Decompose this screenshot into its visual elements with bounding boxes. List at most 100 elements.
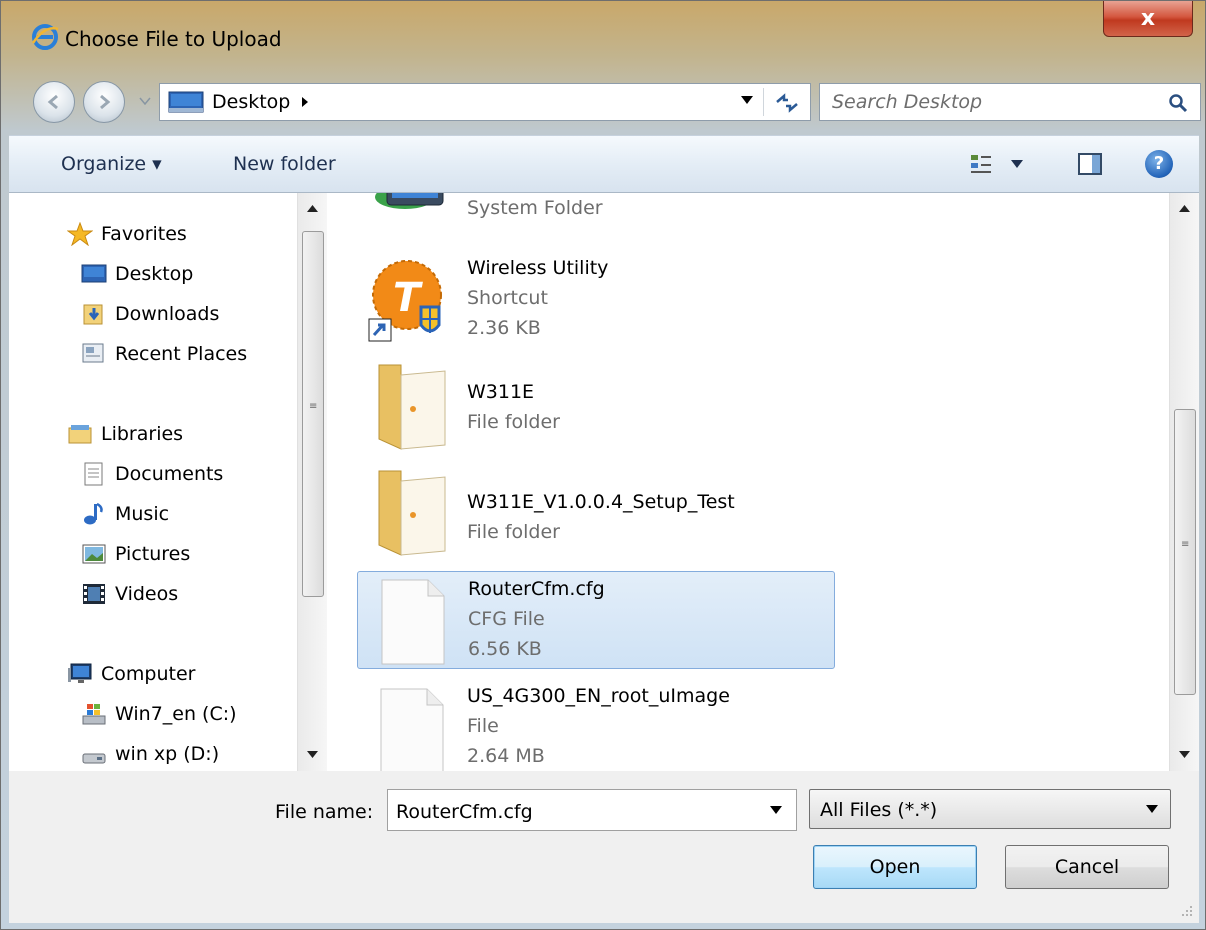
file-name-value[interactable]: RouterCfm.cfg (396, 801, 533, 823)
nav-computer[interactable]: Computer (67, 659, 195, 689)
forward-button[interactable] (83, 81, 125, 123)
back-button[interactable] (33, 81, 75, 123)
nav-drive-d[interactable]: win xp (D:) (81, 739, 219, 769)
svg-text:T: T (393, 275, 423, 321)
windows-drive-icon (82, 704, 106, 725)
nav-libraries-label: Libraries (101, 423, 184, 445)
forward-arrow-icon (100, 94, 111, 110)
nav-drive-c[interactable]: Win7_en (C:) (81, 699, 237, 729)
nav-documents-label: Documents (115, 463, 224, 485)
search-placeholder[interactable]: Search Desktop (832, 91, 982, 113)
cancel-button[interactable]: Cancel (1005, 845, 1169, 889)
nav-pictures-label: Pictures (115, 543, 191, 565)
back-arrow-icon (47, 94, 58, 110)
file-icon (381, 579, 445, 665)
file-item-selected[interactable]: RouterCfm.cfg CFG File 6.56 KB (357, 571, 835, 669)
nav-desktop[interactable]: Desktop (81, 259, 193, 289)
nav-desktop-label: Desktop (115, 263, 194, 285)
change-view-icon[interactable] (969, 152, 993, 176)
nav-downloads-label: Downloads (115, 303, 220, 325)
file-type-dropdown-icon[interactable] (1146, 805, 1158, 813)
monitor-icon (375, 193, 444, 209)
scroll-down-icon[interactable] (1179, 751, 1190, 758)
file-size: 2.36 KB (467, 317, 541, 339)
file-list: System Folder T Wireless Utility Shortcu… (327, 193, 1199, 771)
recent-locations-dropdown-icon[interactable] (139, 97, 151, 105)
dialog-window: Choose File to Upload x Desktop Search D… (0, 0, 1206, 930)
search-box[interactable]: Search Desktop (819, 83, 1201, 121)
file-name-label: File name: (275, 801, 374, 823)
address-bar[interactable]: Desktop (159, 83, 811, 121)
file-item[interactable]: System Folder (357, 193, 835, 221)
view-options-dropdown-icon[interactable] (1011, 160, 1023, 168)
navigation-scroll-thumb[interactable]: ≡ (302, 231, 324, 597)
shortcut-app-icon: T (368, 260, 442, 342)
organize-menu-button[interactable]: Organize ▾ (61, 153, 162, 175)
nav-libraries[interactable]: Libraries (67, 419, 183, 449)
nav-downloads[interactable]: Downloads (81, 299, 219, 329)
address-divider (763, 88, 764, 116)
file-name-input[interactable]: RouterCfm.cfg (387, 789, 797, 831)
close-button[interactable]: x (1103, 1, 1193, 37)
new-folder-button[interactable]: New folder (233, 153, 336, 175)
scroll-grip-icon: ≡ (309, 401, 317, 412)
search-icon[interactable] (1168, 93, 1188, 113)
preview-pane-icon[interactable] (1077, 152, 1103, 176)
scroll-down-icon[interactable] (307, 751, 318, 758)
file-list-scroll-thumb[interactable]: ≡ (1174, 409, 1196, 695)
nav-videos[interactable]: Videos (81, 579, 178, 609)
file-item[interactable]: W311E_V1.0.0.4_Setup_Test File folder (357, 465, 835, 563)
nav-videos-label: Videos (115, 583, 179, 605)
nav-music[interactable]: Music (81, 499, 169, 529)
file-type: CFG File (468, 608, 545, 630)
documents-icon (84, 462, 103, 486)
file-name-dropdown-icon[interactable] (770, 806, 782, 814)
file-name: RouterCfm.cfg (468, 578, 605, 600)
nav-documents[interactable]: Documents (81, 459, 223, 489)
videos-icon (83, 584, 105, 604)
refresh-icon[interactable] (774, 92, 800, 114)
file-icon (380, 688, 444, 771)
nav-drive-d-label: win xp (D:) (115, 743, 220, 765)
navigation-scrollbar[interactable]: ≡ (297, 193, 327, 771)
help-icon[interactable]: ? (1145, 150, 1173, 178)
file-type-select[interactable]: All Files (*.*) (809, 789, 1171, 829)
file-name: US_4G300_EN_root_uImage (467, 685, 730, 707)
nav-pictures[interactable]: Pictures (81, 539, 190, 569)
desktop-icon (168, 91, 204, 113)
computer-icon (68, 663, 92, 683)
file-item[interactable]: W311E File folder (357, 359, 835, 457)
breadcrumb-arrow-icon[interactable] (300, 96, 310, 108)
libraries-icon (68, 425, 92, 444)
star-icon (67, 222, 93, 246)
scroll-grip-icon: ≡ (1181, 539, 1189, 550)
scroll-up-icon[interactable] (1179, 205, 1190, 212)
file-list-scrollbar[interactable]: ≡ (1169, 193, 1199, 771)
file-type: File (467, 715, 499, 737)
nav-drive-c-label: Win7_en (C:) (115, 703, 237, 725)
music-icon (84, 502, 103, 525)
nav-favorites[interactable]: Favorites (67, 219, 187, 249)
internet-explorer-icon (31, 24, 59, 50)
nav-computer-label: Computer (101, 663, 196, 685)
downloads-folder-icon (83, 304, 103, 325)
nav-recent-places[interactable]: Recent Places (81, 339, 247, 369)
file-type: Shortcut (467, 287, 548, 309)
hard-drive-icon (82, 753, 106, 764)
file-name: W311E_V1.0.0.4_Setup_Test (467, 491, 735, 513)
file-size: 2.64 MB (467, 745, 545, 767)
window-title: Choose File to Upload (65, 27, 282, 51)
folder-icon (378, 364, 446, 450)
file-type: System Folder (467, 197, 603, 219)
desktop-icon (81, 264, 107, 283)
file-type: File folder (467, 411, 560, 433)
file-item[interactable]: T Wireless Utility Shortcut 2.36 KB (357, 251, 835, 349)
resize-grip-icon[interactable] (1179, 903, 1193, 917)
address-location[interactable]: Desktop (212, 91, 290, 113)
address-dropdown-icon[interactable] (740, 95, 754, 105)
navigation-pane: Favorites Desktop Downloads Recent Place… (9, 193, 327, 771)
command-bar: Organize ▾ New folder ? (9, 135, 1199, 193)
file-item[interactable]: US_4G300_EN_root_uImage File 2.64 MB (357, 679, 835, 771)
scroll-up-icon[interactable] (307, 205, 318, 212)
open-button[interactable]: Open (813, 845, 977, 889)
